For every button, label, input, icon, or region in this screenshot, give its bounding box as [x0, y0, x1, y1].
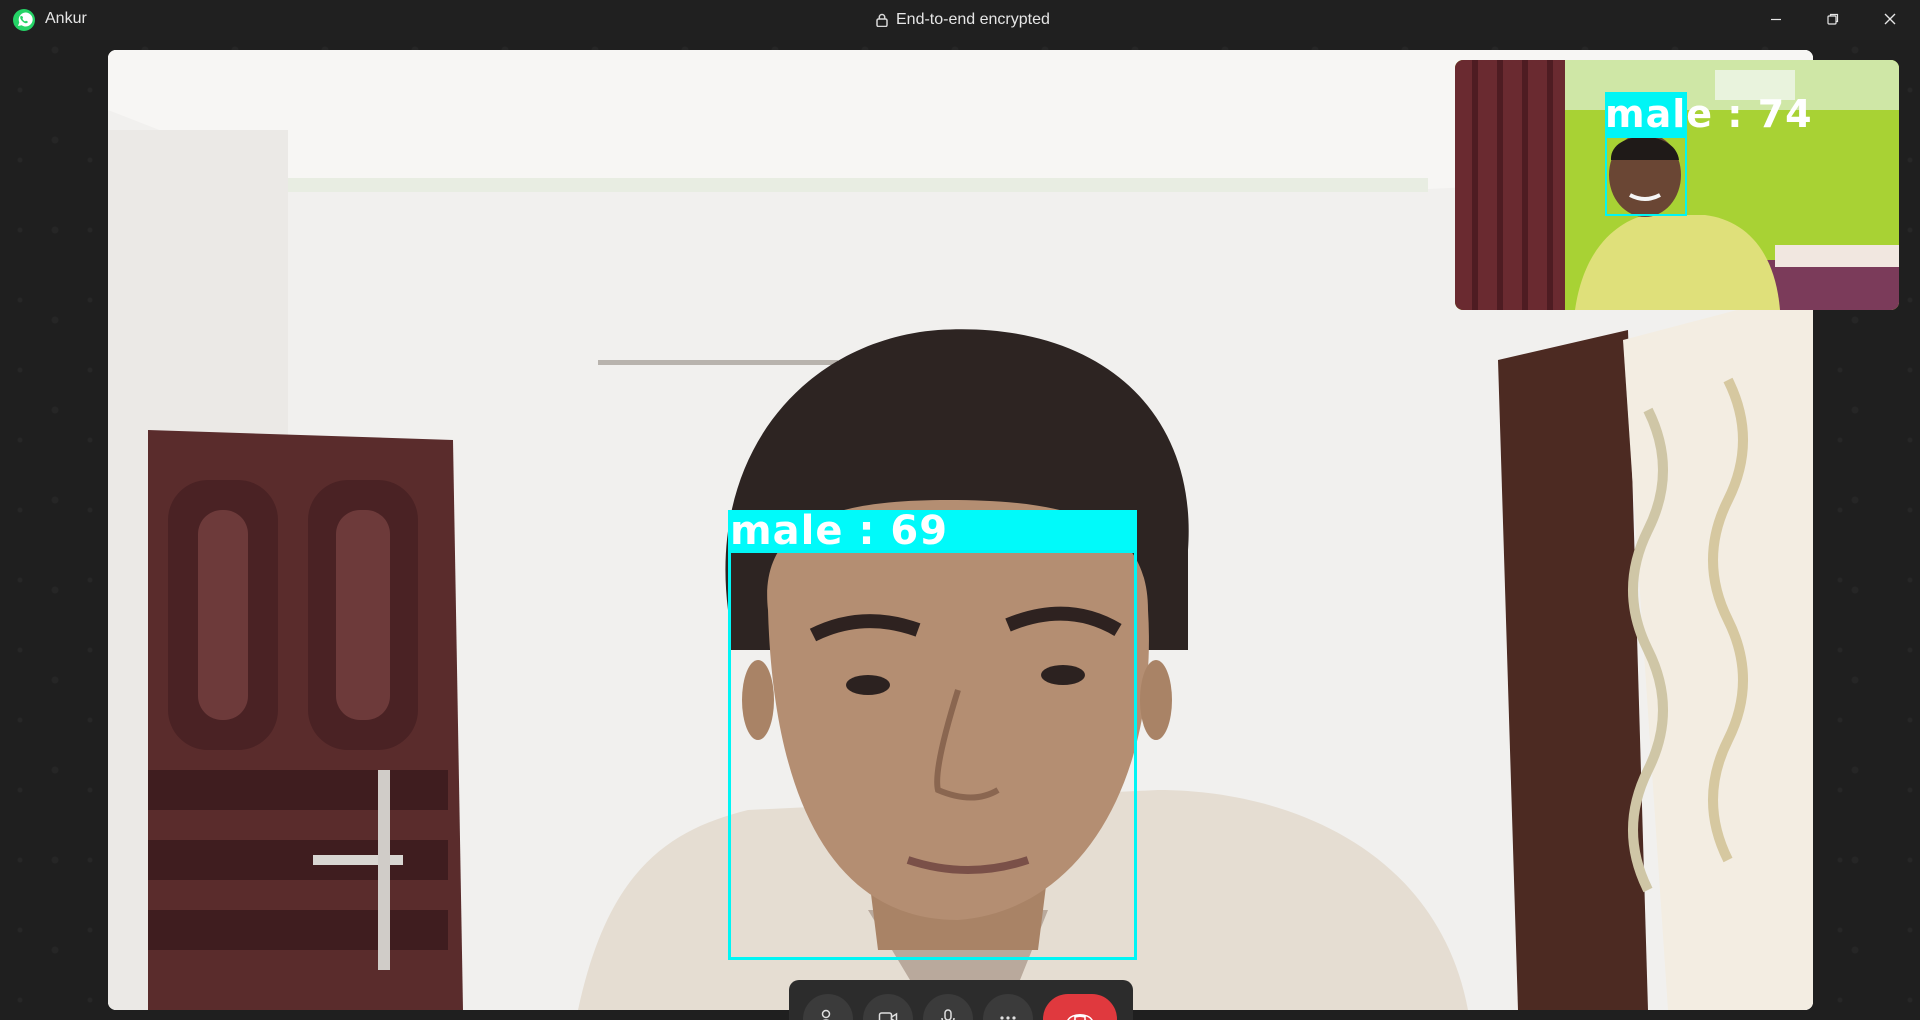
whatsapp-icon	[12, 8, 36, 32]
close-icon	[1884, 13, 1896, 25]
video-icon	[878, 1012, 898, 1020]
microphone-icon	[941, 1009, 955, 1020]
encryption-text: End-to-end encrypted	[896, 11, 1050, 28]
minimize-button[interactable]	[1753, 0, 1799, 38]
microphone-button[interactable]	[923, 994, 973, 1020]
close-button[interactable]	[1867, 0, 1913, 38]
whatsapp-call-window: Ankur End-to-end encrypted male: 69 mal…	[0, 0, 1920, 1020]
people-icon	[821, 1009, 831, 1020]
remote-face-detection-box	[728, 550, 1137, 960]
more-icon	[1000, 1016, 1016, 1020]
participants-button[interactable]	[803, 994, 853, 1020]
end-call-icon	[1067, 1013, 1093, 1020]
more-options-button[interactable]	[983, 994, 1033, 1020]
title-bar: Ankur End-to-end encrypted	[0, 0, 1920, 40]
call-controls-bar	[789, 980, 1133, 1020]
minimize-icon	[1771, 18, 1781, 21]
contact-name: Ankur	[45, 10, 87, 27]
camera-button[interactable]	[863, 994, 913, 1020]
encryption-status: End-to-end encrypted	[876, 11, 1050, 29]
self-face-detection-box	[1605, 136, 1687, 216]
self-detection-label: male : 74	[1605, 92, 1813, 136]
self-view-video[interactable]: male : 74	[1455, 60, 1899, 310]
restore-button[interactable]	[1810, 0, 1856, 38]
restore-icon	[1827, 13, 1839, 25]
remote-detection-label: male : 69	[728, 510, 1137, 552]
lock-icon	[876, 13, 888, 28]
end-call-button[interactable]	[1043, 994, 1117, 1020]
